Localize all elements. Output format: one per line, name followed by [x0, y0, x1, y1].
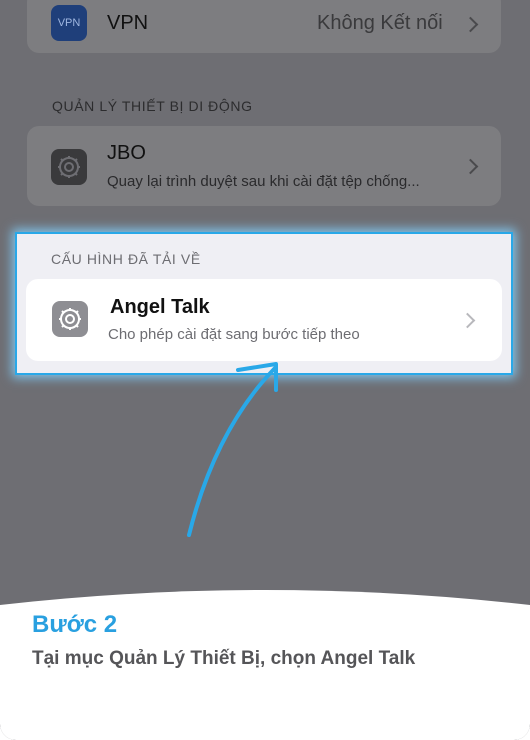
- settings-screen: VPN VPN Không Kết nối QUẢN LÝ THIẾT BỊ D…: [0, 0, 530, 740]
- step-description: Tại mục Quản Lý Thiết Bị, chọn Angel Tal…: [32, 648, 416, 669]
- step-title: Bước 2: [32, 611, 118, 638]
